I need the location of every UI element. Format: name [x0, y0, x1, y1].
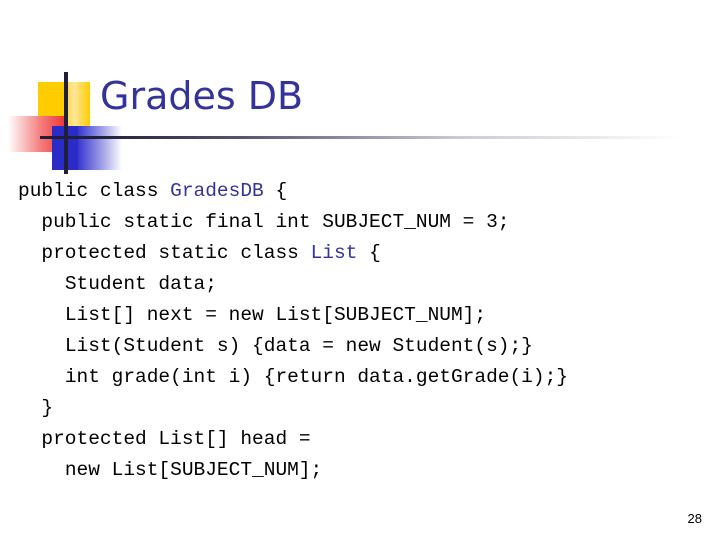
code-line: public class GradesDB {	[18, 176, 718, 207]
code-text: {	[263, 180, 288, 202]
code-line: List(Student s) {data = new Student(s);}	[18, 331, 718, 362]
code-text: new List[SUBJECT_NUM];	[64, 459, 323, 481]
slide: Grades DB public class GradesDB { public…	[0, 0, 720, 540]
code-text: public class	[18, 180, 171, 202]
code-line: int grade(int i) {return data.getGrade(i…	[18, 362, 718, 393]
code-text: List[] next = new List[SUBJECT_NUM];	[64, 304, 487, 326]
slide-title-area: Grades DB	[0, 0, 720, 174]
code-line: public static final int SUBJECT_NUM = 3;	[18, 207, 718, 238]
code-line: new List[SUBJECT_NUM];	[18, 455, 718, 486]
code-text: protected static class	[41, 242, 311, 264]
code-text: }	[41, 397, 54, 419]
vertical-rule	[64, 72, 68, 174]
page-number: 28	[687, 511, 702, 526]
code-text: public static final int SUBJECT_NUM = 3;	[41, 211, 510, 233]
horizontal-rule	[40, 136, 710, 139]
code-text: protected List[] head =	[41, 428, 311, 450]
code-line: List[] next = new List[SUBJECT_NUM];	[18, 300, 718, 331]
code-block: public class GradesDB { public static fi…	[18, 176, 718, 486]
code-type-name: List	[310, 242, 358, 264]
code-line: protected List[] head =	[18, 424, 718, 455]
code-text: int grade(int i) {return data.getGrade(i…	[64, 366, 568, 388]
code-line: Student data;	[18, 269, 718, 300]
code-text: Student data;	[64, 273, 217, 295]
code-text: List(Student s) {data = new Student(s);}	[64, 335, 533, 357]
code-type-name: GradesDB	[170, 180, 264, 202]
code-line: protected static class List {	[18, 238, 718, 269]
code-line: }	[18, 393, 718, 424]
page-title: Grades DB	[100, 74, 304, 118]
code-text: {	[357, 242, 381, 264]
